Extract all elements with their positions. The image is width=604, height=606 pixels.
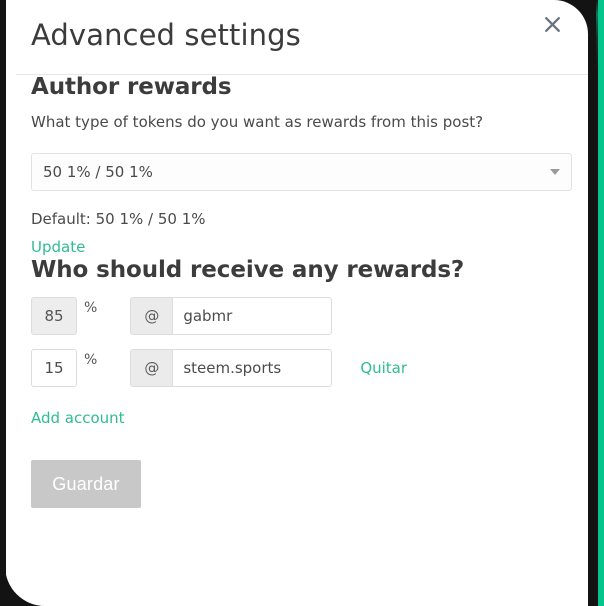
at-symbol-icon: @ — [130, 349, 173, 387]
beneficiary-account-input[interactable] — [172, 297, 333, 335]
beneficiary-row: % @ Quitar — [31, 349, 562, 387]
beneficiaries-heading: Who should receive any rewards? — [31, 257, 465, 283]
author-rewards-heading: Author rewards — [31, 74, 232, 100]
beneficiary-account-group: @ — [130, 349, 333, 387]
dialog-header: Advanced settings — [5, 0, 588, 75]
at-symbol-icon: @ — [130, 297, 173, 335]
add-account-link[interactable]: Add account — [31, 409, 125, 427]
chevron-down-icon — [550, 169, 560, 175]
add-account-row: Add account — [31, 408, 562, 427]
author-rewards-description: What type of tokens do you want as rewar… — [31, 113, 484, 131]
page-title: Advanced settings — [31, 18, 301, 52]
percent-symbol: % — [84, 352, 98, 368]
backdrop-left-strip — [0, 0, 6, 606]
dialog-body: Author rewards What type of tokens do yo… — [5, 74, 588, 508]
default-reward-text: Default: 50 1% / 50 1% — [31, 210, 206, 228]
beneficiary-account-group: @ — [130, 297, 333, 335]
beneficiary-row: % @ — [31, 297, 562, 335]
advanced-settings-dialog: Advanced settings Author rewards What ty… — [5, 0, 588, 606]
reward-type-selected-value: 50 1% / 50 1% — [43, 163, 153, 181]
beneficiary-percent-input[interactable] — [31, 297, 77, 335]
percent-symbol: % — [84, 300, 98, 316]
beneficiary-percent-input[interactable] — [31, 349, 77, 387]
reward-type-select[interactable]: 50 1% / 50 1% — [31, 153, 572, 191]
save-button[interactable]: Guardar — [31, 460, 141, 508]
remove-beneficiary-link[interactable]: Quitar — [360, 359, 407, 377]
page-root: Advanced settings Author rewards What ty… — [0, 0, 604, 606]
beneficiary-account-input[interactable] — [172, 349, 333, 387]
close-icon[interactable] — [539, 11, 565, 37]
update-link[interactable]: Update — [31, 237, 85, 257]
edge-accent-strip — [598, 0, 604, 606]
